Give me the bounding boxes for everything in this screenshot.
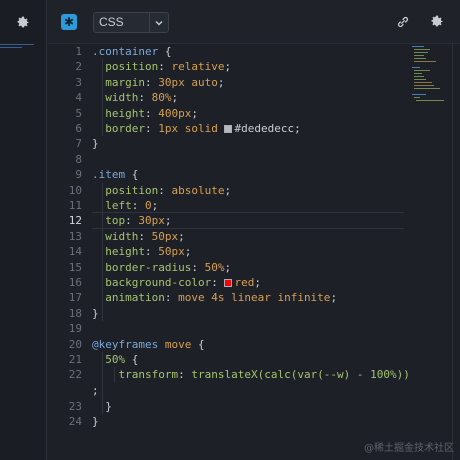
code-line: background-color: red; (105, 276, 261, 289)
code-line: height: 50px; (105, 245, 192, 259)
line-number-active: 12 (68, 214, 82, 228)
line-number: 14 (68, 245, 82, 259)
line-number: 5 (75, 106, 82, 120)
code-line: width: 80%; (105, 91, 179, 105)
line-number: 7 (75, 137, 82, 151)
line-number: 11 (68, 199, 82, 212)
code-line: animation: move 4s linear infinite; (105, 291, 338, 305)
line-number: 24 (68, 415, 82, 429)
watermark: @稀土掘金技术社区 (364, 443, 454, 454)
line-number: 22 (68, 368, 82, 382)
code-editor[interactable]: .container { position: relative; margin:… (92, 44, 410, 460)
editor-header: ✱ CSS (48, 0, 460, 44)
code-line: border-radius: 50%; (105, 260, 232, 274)
color-swatch[interactable] (224, 125, 233, 133)
code-line: height: 400px; (105, 106, 198, 120)
code-line: border: 1px solid #dededecc; (105, 122, 301, 135)
code-line: } (105, 400, 112, 413)
chevron-down-icon (149, 13, 168, 32)
line-number-gutter: 1 2 3 4 5 6 7 8 9 10 11 12 13 14 15 16 1… (48, 44, 92, 460)
code-line: .item { (92, 168, 139, 182)
code-line: } (92, 415, 99, 429)
line-number: 18 (68, 306, 82, 320)
line-number: 19 (68, 322, 82, 336)
code-line-active: top: 30px; (92, 212, 404, 230)
code-line: 50% { (105, 353, 139, 366)
code-line: .container { (92, 45, 172, 58)
line-number: 16 (68, 276, 82, 289)
line-number: 4 (75, 91, 82, 105)
line-number: 2 (75, 60, 82, 74)
line-number: 23 (68, 400, 82, 413)
code-line: position: relative; (105, 60, 232, 74)
line-number: 6 (75, 122, 82, 135)
line-number: 9 (75, 168, 82, 182)
line-number: 1 (75, 45, 82, 58)
line-number: 8 (75, 152, 82, 166)
previous-pane-header (0, 0, 46, 44)
link-icon[interactable] (396, 15, 410, 29)
code-line: @keyframes move { (92, 337, 205, 351)
code-line: margin: 30px auto; (105, 75, 225, 89)
code-line: left: 0; (105, 199, 159, 212)
color-swatch[interactable] (224, 279, 233, 287)
language-select[interactable]: CSS (93, 12, 169, 33)
minimap[interactable] (410, 44, 450, 104)
code-line: } (92, 137, 99, 151)
line-number: 21 (68, 353, 82, 366)
code-line: position: absolute; (105, 183, 232, 197)
code-line-wrapped: ; (92, 383, 99, 397)
css-badge-icon: ✱ (61, 14, 77, 30)
line-number: 20 (68, 337, 82, 351)
code-line: transform: translateX(calc(var(--w) - 10… (118, 368, 410, 382)
line-number: 13 (68, 229, 82, 243)
code-line: } (92, 306, 99, 320)
gear-icon[interactable] (430, 15, 444, 29)
vertical-scrollbar[interactable] (452, 44, 460, 460)
line-number: 15 (68, 260, 82, 274)
line-number: 10 (68, 183, 82, 197)
line-number: 17 (68, 291, 82, 305)
code-line: width: 50px; (105, 229, 185, 243)
line-number: 3 (75, 75, 82, 89)
previous-pane (0, 0, 47, 460)
previous-pane-minimap (0, 44, 40, 50)
language-select-value: CSS (99, 15, 124, 29)
gear-icon[interactable] (16, 16, 30, 30)
